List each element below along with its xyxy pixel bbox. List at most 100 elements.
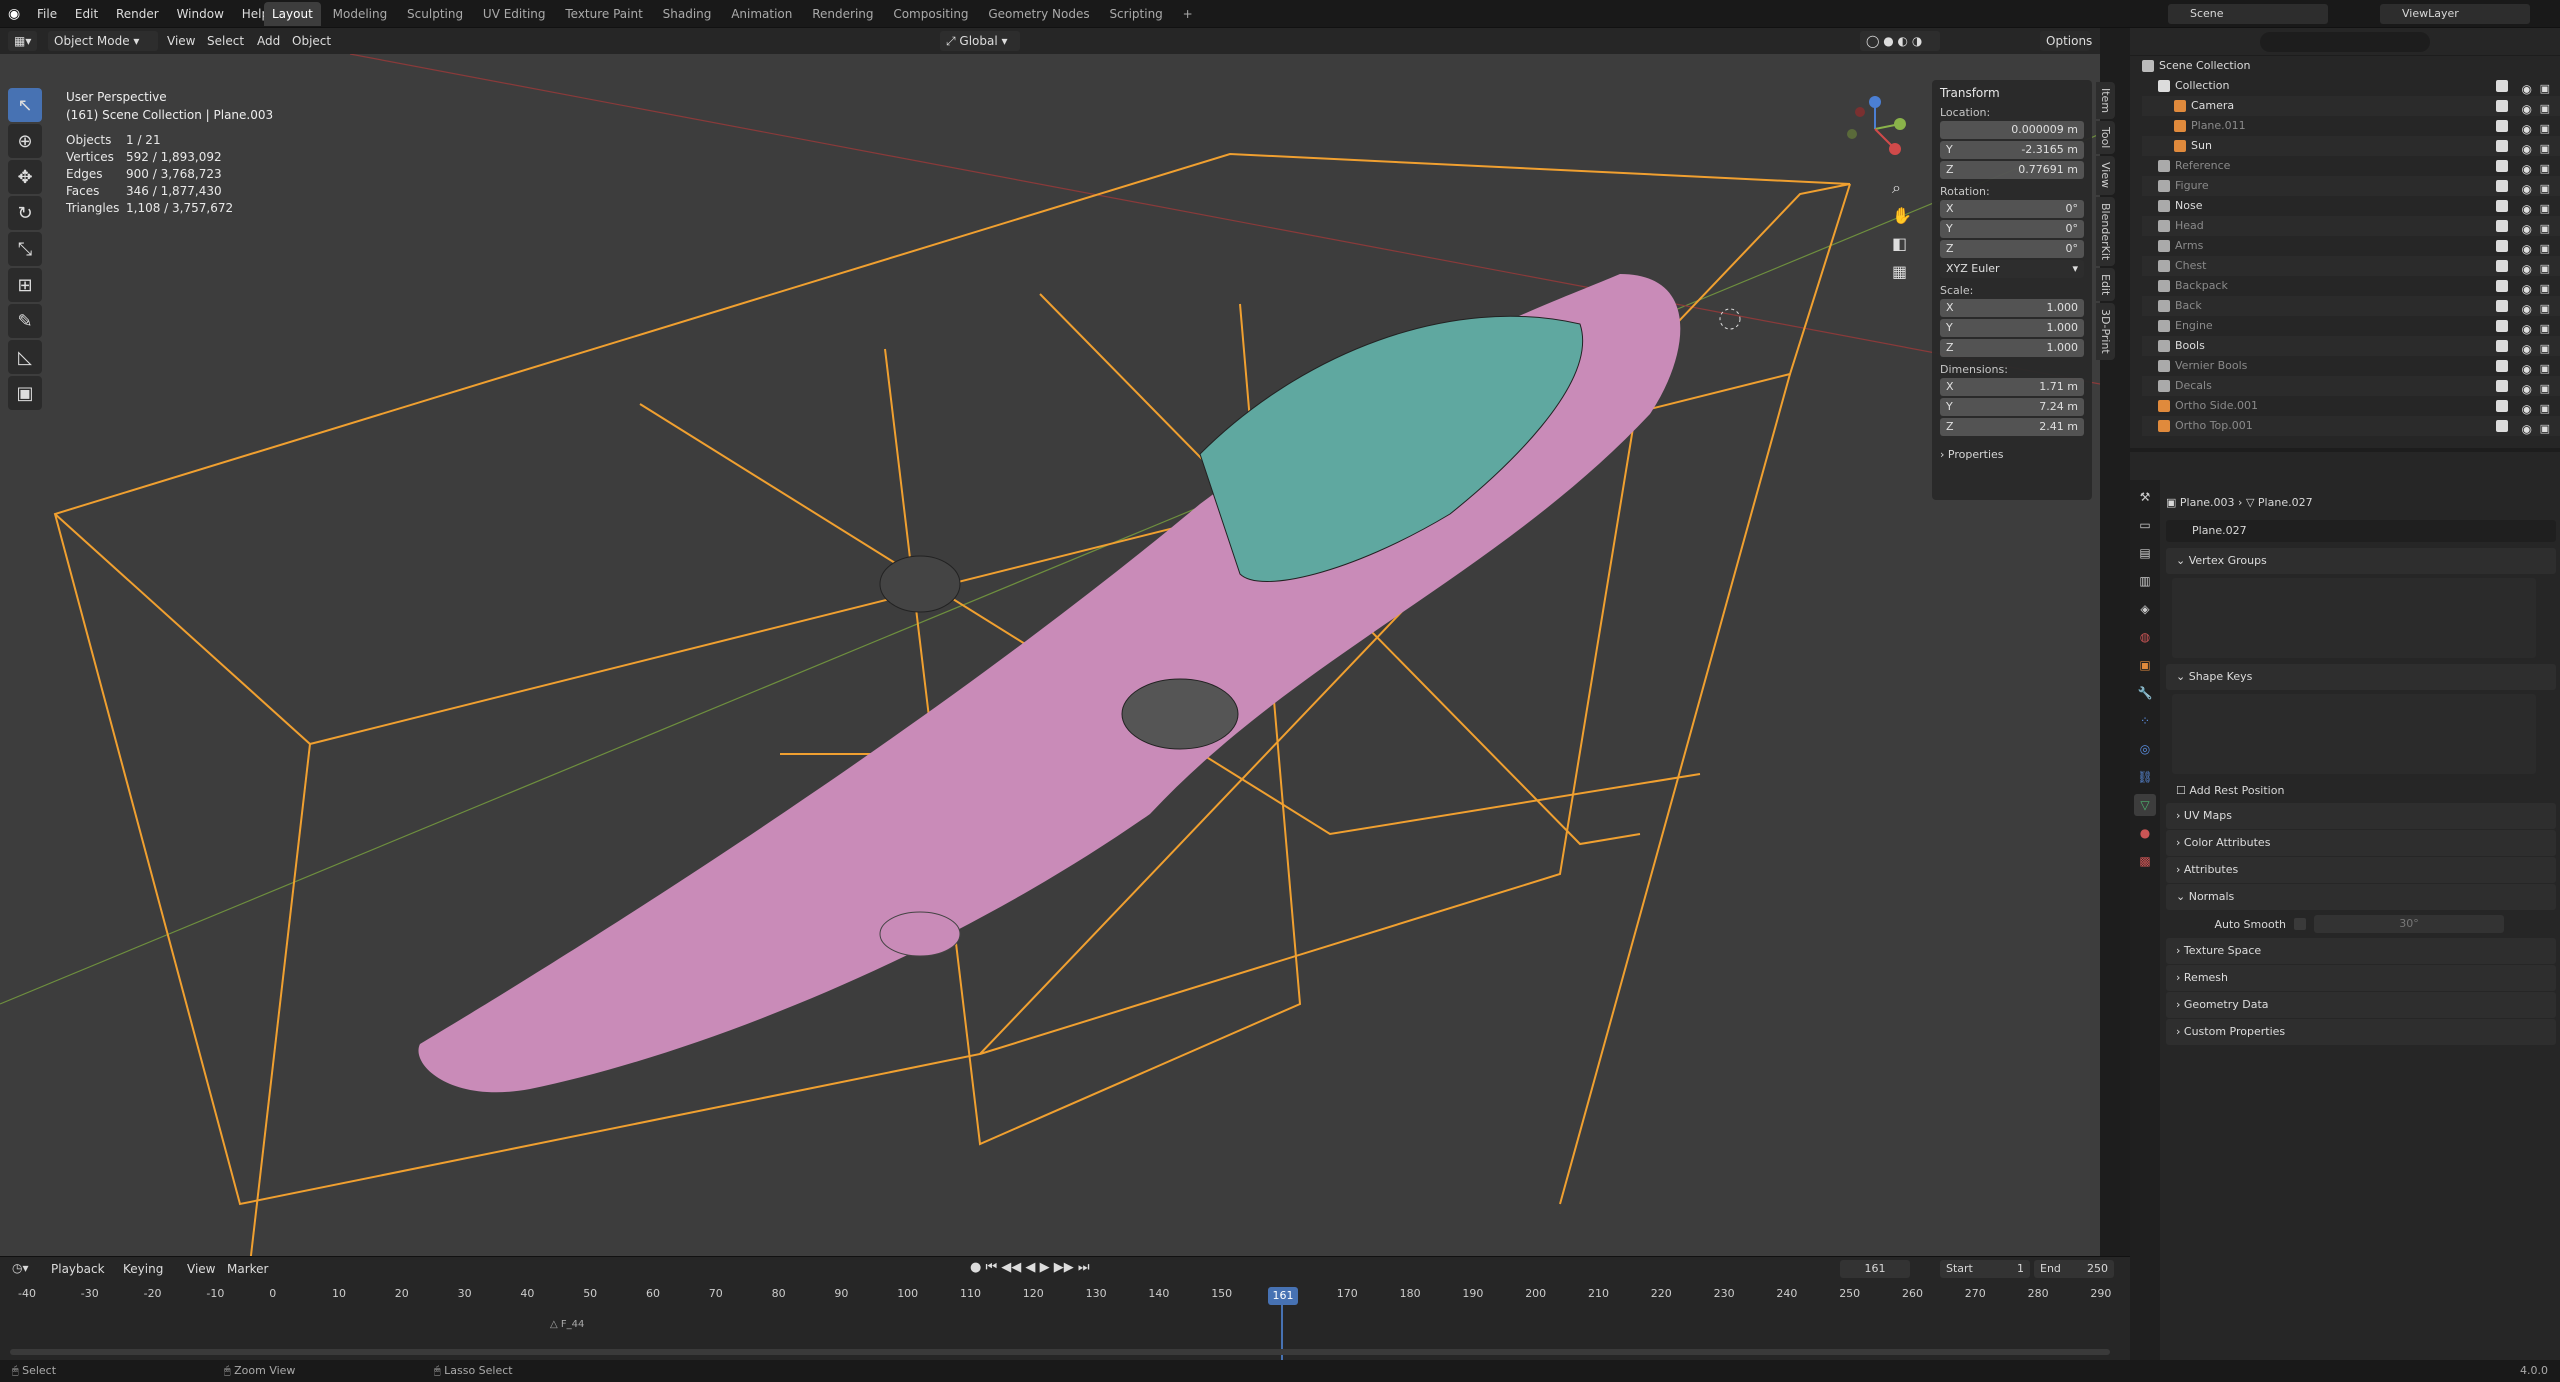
geometry-data-panel[interactable]: › Geometry Data bbox=[2166, 992, 2556, 1018]
tab-blenderkit[interactable]: BlenderKit bbox=[2096, 196, 2115, 266]
exclude-checkbox[interactable] bbox=[2496, 320, 2508, 332]
tab-uv-editing[interactable]: UV Editing bbox=[475, 2, 554, 26]
render-camera-icon[interactable]: ▣ bbox=[2540, 419, 2550, 439]
location-z-field[interactable]: Z 0.77691 m bbox=[1940, 161, 2084, 179]
material-tab-icon[interactable]: ● bbox=[2134, 822, 2156, 844]
outliner-search-input[interactable] bbox=[2260, 32, 2430, 52]
scale-z-field[interactable]: Z 1.000 bbox=[1940, 339, 2084, 357]
measure-tool-icon[interactable]: ◺ bbox=[8, 340, 42, 374]
exclude-checkbox[interactable] bbox=[2496, 160, 2508, 172]
tool-tab-icon[interactable]: ⚒ bbox=[2134, 486, 2156, 508]
color-attributes-panel[interactable]: › Color Attributes bbox=[2166, 830, 2556, 856]
scene-selector[interactable]: Scene bbox=[2168, 4, 2328, 24]
add-cube-tool-icon[interactable]: ▣ bbox=[8, 376, 42, 410]
outliner-row[interactable]: Ortho Top.001 ◉ ▣ bbox=[2142, 416, 2560, 436]
particles-tab-icon[interactable]: ⁘ bbox=[2134, 710, 2156, 732]
tab-texture-paint[interactable]: Texture Paint bbox=[557, 2, 650, 26]
outliner-row[interactable]: Vernier Bools ◉ ▣ bbox=[2142, 356, 2560, 376]
mesh-name-field[interactable]: Plane.027 bbox=[2166, 520, 2556, 542]
mode-dropdown[interactable]: Object Mode ▾ bbox=[48, 31, 158, 51]
annotate-tool-icon[interactable]: ✎ bbox=[8, 304, 42, 338]
exclude-checkbox[interactable] bbox=[2496, 80, 2508, 92]
auto-smooth-checkbox[interactable] bbox=[2294, 918, 2306, 930]
outliner-row[interactable]: Arms ◉ ▣ bbox=[2142, 236, 2560, 256]
vp-menu-object[interactable]: Object bbox=[285, 28, 338, 54]
transform-header[interactable]: Transform bbox=[1940, 86, 2084, 100]
tab-shading[interactable]: Shading bbox=[655, 2, 720, 26]
tab-edit[interactable]: Edit bbox=[2096, 267, 2115, 302]
scale-y-field[interactable]: Y 1.000 bbox=[1940, 319, 2084, 337]
tab-3d-print[interactable]: 3D-Print bbox=[2096, 303, 2115, 360]
texture-tab-icon[interactable]: ▩ bbox=[2134, 850, 2156, 872]
view-layer-tab-icon[interactable]: ▥ bbox=[2134, 570, 2156, 592]
blender-logo-icon[interactable]: ◉ bbox=[8, 6, 20, 22]
outliner-row[interactable]: Decals ◉ ▣ bbox=[2142, 376, 2560, 396]
vertex-groups-list[interactable] bbox=[2172, 578, 2536, 658]
texture-space-panel[interactable]: › Texture Space bbox=[2166, 938, 2556, 964]
frame-ruler[interactable]: -40 -30 -20 -10 0 10 20 30 40 50 60 70 80 90 100 110 120… bbox=[0, 1257, 2130, 1317]
cursor-tool-icon[interactable]: ⊕ bbox=[8, 124, 42, 158]
exclude-checkbox[interactable] bbox=[2496, 300, 2508, 312]
vp-menu-view[interactable]: View bbox=[160, 28, 202, 54]
outliner-row[interactable]: Camera ◉ ▣ bbox=[2142, 96, 2560, 116]
properties-subpanel[interactable]: › Properties bbox=[1940, 448, 2084, 461]
outliner-row[interactable]: Backpack ◉ ▣ bbox=[2142, 276, 2560, 296]
options-button[interactable]: Options bbox=[2040, 31, 2092, 51]
rotate-tool-icon[interactable]: ↻ bbox=[8, 196, 42, 230]
exclude-checkbox[interactable] bbox=[2496, 360, 2508, 372]
vp-menu-select[interactable]: Select bbox=[200, 28, 251, 54]
exclude-checkbox[interactable] bbox=[2496, 180, 2508, 192]
add-rest-checkbox[interactable]: ☐ Add Rest Position bbox=[2166, 780, 2556, 802]
exclude-checkbox[interactable] bbox=[2496, 240, 2508, 252]
exclude-checkbox[interactable] bbox=[2496, 340, 2508, 352]
menu-render[interactable]: Render bbox=[109, 0, 166, 28]
visibility-eye-icon[interactable]: ◉ bbox=[2522, 419, 2532, 439]
rotation-z-field[interactable]: Z 0° bbox=[1940, 240, 2084, 258]
tab-layout[interactable]: Layout bbox=[264, 2, 321, 26]
tab-view[interactable]: View bbox=[2096, 156, 2115, 195]
outliner-row[interactable]: Nose ◉ ▣ bbox=[2142, 196, 2560, 216]
zoom-icon[interactable]: ⌕ bbox=[1892, 174, 1912, 202]
outliner-row[interactable]: Ortho Side.001 ◉ ▣ bbox=[2142, 396, 2560, 416]
rotation-mode-dropdown[interactable]: XYZ Euler ▾ bbox=[1940, 260, 2084, 278]
uv-maps-panel[interactable]: › UV Maps bbox=[2166, 803, 2556, 829]
menu-window[interactable]: Window bbox=[170, 0, 231, 28]
outliner-row[interactable]: Bools ◉ ▣ bbox=[2142, 336, 2560, 356]
exclude-checkbox[interactable] bbox=[2496, 260, 2508, 272]
rotation-y-field[interactable]: Y 0° bbox=[1940, 220, 2084, 238]
playhead[interactable]: 161 bbox=[1268, 1287, 1298, 1305]
tab-modeling[interactable]: Modeling bbox=[325, 2, 396, 26]
view-layer-selector[interactable]: ViewLayer bbox=[2380, 4, 2530, 24]
outliner-row[interactable]: Chest ◉ ▣ bbox=[2142, 256, 2560, 276]
orientation-dropdown[interactable]: ⤢ Global ▾ bbox=[940, 31, 1020, 51]
location-x-field[interactable]: 0.000009 m bbox=[1940, 121, 2084, 139]
scene-tab-icon[interactable]: ◈ bbox=[2134, 598, 2156, 620]
outliner-row[interactable]: Plane.011 ◉ ▣ bbox=[2142, 116, 2560, 136]
data-tab-icon[interactable]: ▽ bbox=[2134, 794, 2156, 816]
timeline-scrollbar[interactable] bbox=[10, 1349, 2110, 1355]
camera-view-icon[interactable]: ◧ bbox=[1892, 230, 1912, 258]
exclude-checkbox[interactable] bbox=[2496, 200, 2508, 212]
tab-geometry-nodes[interactable]: Geometry Nodes bbox=[980, 2, 1097, 26]
outliner-row[interactable]: Head ◉ ▣ bbox=[2142, 216, 2560, 236]
move-tool-icon[interactable]: ✥ bbox=[8, 160, 42, 194]
vertex-groups-panel[interactable]: ⌄ Vertex Groups bbox=[2166, 548, 2556, 574]
outliner-row[interactable]: Sun ◉ ▣ bbox=[2142, 136, 2560, 156]
vp-menu-add[interactable]: Add bbox=[250, 28, 287, 54]
exclude-checkbox[interactable] bbox=[2496, 120, 2508, 132]
marker-label[interactable]: △ F_44 bbox=[550, 1319, 584, 1330]
shape-keys-list[interactable] bbox=[2172, 694, 2536, 774]
dimensions-z-field[interactable]: Z 2.41 m bbox=[1940, 418, 2084, 436]
tab-rendering[interactable]: Rendering bbox=[804, 2, 881, 26]
exclude-checkbox[interactable] bbox=[2496, 100, 2508, 112]
navigation-gizmo[interactable] bbox=[1840, 94, 1910, 164]
shading-buttons[interactable]: ◯ ● ◐ ◑ bbox=[1860, 31, 1940, 51]
object-tab-icon[interactable]: ▣ bbox=[2134, 654, 2156, 676]
ortho-grid-icon[interactable]: ▦ bbox=[1892, 258, 1912, 286]
normals-panel[interactable]: ⌄ Normals bbox=[2166, 884, 2556, 910]
outliner-row[interactable]: Reference ◉ ▣ bbox=[2142, 156, 2560, 176]
tab-scripting[interactable]: Scripting bbox=[1101, 2, 1170, 26]
menu-edit[interactable]: Edit bbox=[68, 0, 105, 28]
attributes-panel[interactable]: › Attributes bbox=[2166, 857, 2556, 883]
tab-tool[interactable]: Tool bbox=[2096, 121, 2115, 155]
